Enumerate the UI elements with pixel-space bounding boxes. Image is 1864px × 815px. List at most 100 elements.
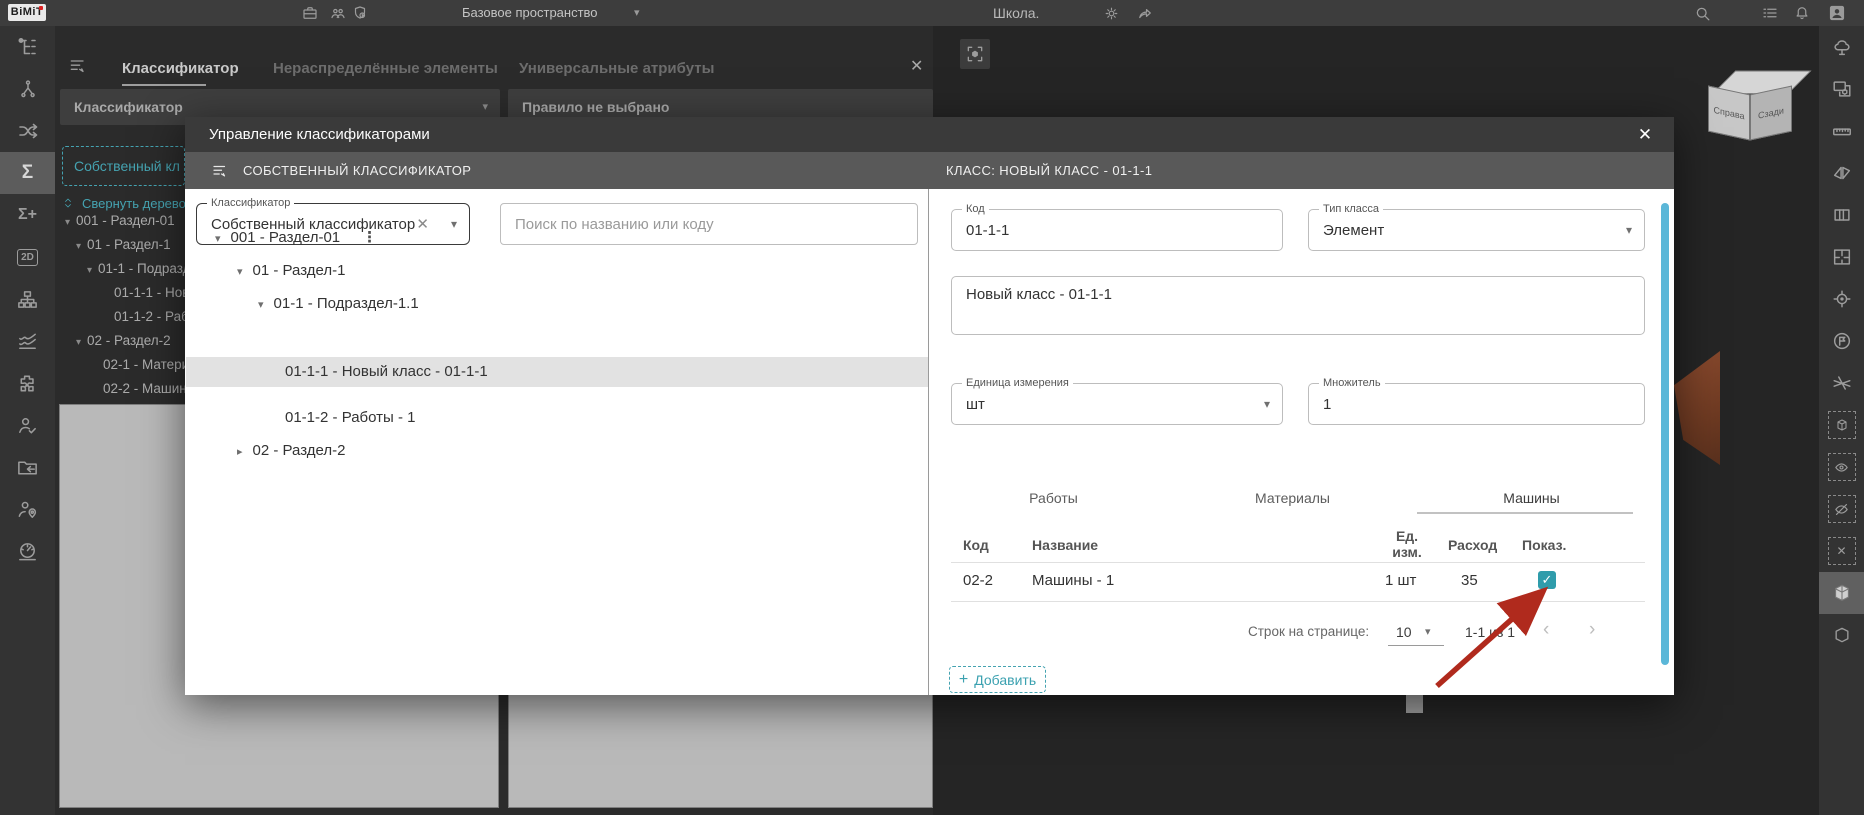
tab-works[interactable]: Работы [934, 487, 1173, 509]
selection-layers-icon[interactable] [1819, 68, 1864, 110]
page-previous-icon[interactable]: ‹ [1543, 619, 1549, 641]
caret-down-icon[interactable]: ▾ [258, 299, 264, 311]
cube-back-face[interactable]: Сзади [1750, 86, 1792, 141]
fit-view-icon[interactable] [960, 39, 990, 69]
plan-2d-icon[interactable]: 2D [0, 236, 55, 278]
flip-plane-icon[interactable] [1819, 152, 1864, 194]
tree-search-input[interactable] [501, 204, 917, 244]
chevron-down-icon[interactable]: ▾ [451, 217, 457, 231]
tree-row-label: 02 - Раздел-2 [87, 333, 171, 348]
connections-icon[interactable] [0, 68, 55, 110]
chevron-down-icon[interactable]: ▾ [1264, 397, 1270, 411]
app-logo: BiMiT [8, 4, 46, 21]
panes-divider [928, 189, 929, 695]
search-icon[interactable] [1691, 3, 1713, 23]
logo-red-dot [39, 6, 43, 10]
caret-right-icon[interactable]: ▸ [237, 446, 243, 458]
tree-row[interactable]: ▾001 - Раздел-01 [65, 211, 193, 231]
sitemap-icon[interactable] [0, 278, 55, 320]
solid-view-cube-icon[interactable] [1819, 572, 1864, 614]
tree-row[interactable]: ▾001 - Раздел-01⋮ [215, 224, 377, 252]
caret-down-icon[interactable]: ▾ [76, 241, 81, 252]
class-name-field[interactable]: Новый класс - 01-1-1 [951, 276, 1645, 335]
caret-down-icon[interactable]: ▾ [76, 337, 81, 348]
collapse-tree-link[interactable]: Свернуть дерево [62, 194, 186, 212]
locate-target-icon[interactable] [1819, 278, 1864, 320]
ruler-icon[interactable] [1819, 110, 1864, 152]
multiplier-field[interactable]: Множитель 1 [1308, 383, 1645, 425]
rows-per-page-select[interactable]: 10 [1396, 621, 1412, 643]
shuffle-icon[interactable] [0, 110, 55, 152]
account-icon[interactable] [1826, 3, 1848, 23]
vertical-scrollbar[interactable] [1661, 203, 1669, 665]
classifier-add-icon[interactable]: Σ+ [0, 194, 55, 236]
tab-machines-active[interactable]: Машины [1412, 487, 1651, 509]
tab-classifier[interactable]: Классификатор [122, 54, 239, 84]
axes-cross-icon[interactable] [1819, 362, 1864, 404]
cube-right-face[interactable]: Справа [1708, 86, 1750, 141]
notifications-bell-icon[interactable] [1791, 3, 1813, 23]
own-classifier-chip[interactable]: Собственный кл [62, 146, 185, 186]
charts-icon[interactable] [0, 320, 55, 362]
tab-unallocated-elements[interactable]: Нераспределённые элементы [273, 54, 498, 84]
clear-selection-icon[interactable]: ✕ [1819, 530, 1864, 572]
user-check-icon[interactable] [0, 404, 55, 446]
caret-down-icon[interactable]: ▾ [65, 217, 70, 228]
own-classifier-section-header: СОБСТВЕННЫЙ КЛАССИФИКАТОР [211, 152, 471, 189]
tree-row[interactable]: ▾01 - Раздел-1 [237, 257, 345, 285]
kebab-menu-icon[interactable]: ⋮ [362, 229, 377, 246]
tree-row-label: 02 - Раздел-2 [253, 442, 346, 459]
classifier-sigma-icon[interactable]: Σ [0, 152, 55, 194]
page-next-icon[interactable]: › [1589, 619, 1595, 641]
section-box-icon[interactable] [1819, 194, 1864, 236]
wire-cube-icon[interactable] [1819, 614, 1864, 656]
panel-filter-icon[interactable] [68, 56, 88, 81]
workspace-caret-icon[interactable]: ▾ [634, 0, 640, 26]
caret-down-icon[interactable]: ▾ [237, 266, 243, 278]
user-location-icon[interactable] [0, 488, 55, 530]
gauge-icon[interactable] [0, 530, 55, 572]
tree-row-label: 02-2 - Машинь [103, 381, 194, 396]
panel-close-icon[interactable]: ✕ [910, 56, 923, 76]
resource-tab-underline [1417, 512, 1633, 514]
tree-row[interactable]: ▾01-1 - Подраздел-1.1 [258, 290, 419, 318]
code-field[interactable]: Код 01-1-1 [951, 209, 1283, 251]
class-type-select[interactable]: Тип класса Элемент ▾ [1308, 209, 1645, 251]
navigation-cube[interactable]: Справа Сзади [1708, 68, 1792, 142]
settings-gear-icon[interactable] [1100, 3, 1122, 23]
model-fragment [1406, 695, 1423, 713]
cell-consumption: 35 [1461, 572, 1478, 589]
tree-row-selected[interactable]: 01-1-1 - Новый класс - 01-1-1 [285, 358, 488, 386]
add-resource-button[interactable]: + Добавить [949, 666, 1046, 693]
tree-search-field[interactable] [500, 203, 918, 245]
show-checkbox-checked[interactable]: ✓ [1538, 571, 1556, 589]
dialog-close-icon[interactable]: ✕ [1634, 124, 1656, 146]
flag-marker-icon[interactable] [1819, 320, 1864, 362]
structure-tree-icon[interactable] [1819, 26, 1864, 68]
floor-plan-icon[interactable] [1819, 236, 1864, 278]
tab-materials[interactable]: Материалы [1173, 487, 1412, 509]
show-elements-icon[interactable] [1819, 446, 1864, 488]
model-roof-fragment [1674, 351, 1720, 465]
chevron-down-icon[interactable]: ▾ [1626, 223, 1632, 237]
share-icon[interactable] [1134, 3, 1156, 23]
ghost-element-icon[interactable] [1819, 404, 1864, 446]
folder-transfer-icon[interactable] [0, 446, 55, 488]
unit-select[interactable]: Единица измерения шт ▾ [951, 383, 1283, 425]
tree-row[interactable]: 01-1-2 - Работы - 1 [285, 404, 415, 432]
tree-row[interactable]: ▸ 02 - Раздел-2 [237, 437, 345, 465]
plugins-puzzle-icon[interactable] [0, 362, 55, 404]
briefcase-icon[interactable] [299, 3, 321, 23]
caret-down-icon[interactable]: ▾ [87, 265, 92, 276]
shield-status-icon[interactable] [349, 3, 371, 23]
multiplier-field-value: 1 [1323, 384, 1614, 424]
list-menu-icon[interactable] [1759, 3, 1781, 23]
hide-elements-icon[interactable] [1819, 488, 1864, 530]
clear-icon[interactable]: ✕ [416, 215, 429, 233]
workspace-selector[interactable]: Базовое пространство [462, 0, 598, 26]
tab-universal-attributes[interactable]: Универсальные атрибуты [519, 54, 714, 84]
team-icon[interactable] [327, 3, 349, 23]
model-tree-icon[interactable] [0, 26, 55, 68]
rows-per-page-caret-icon[interactable]: ▾ [1425, 621, 1431, 643]
caret-down-icon[interactable]: ▾ [215, 233, 221, 245]
